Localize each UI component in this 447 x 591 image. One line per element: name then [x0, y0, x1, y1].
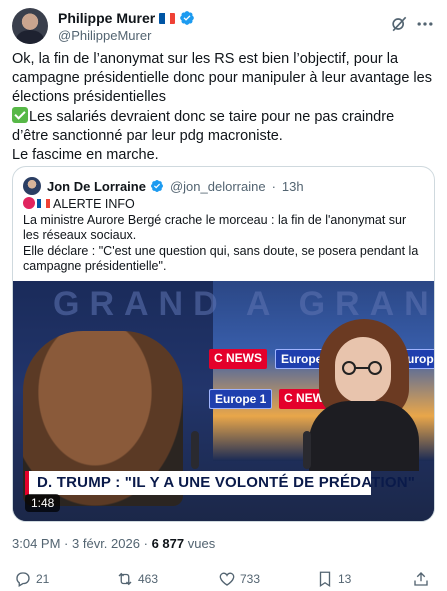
- repost-icon: [118, 572, 132, 586]
- bookmark-count: 13: [338, 572, 352, 586]
- share-icon: [414, 572, 428, 586]
- verified-badge-icon: [150, 180, 163, 192]
- red-circle-icon: [23, 197, 35, 209]
- bookmark-button[interactable]: 13: [316, 570, 351, 588]
- action-bar: 21 463 733 13: [12, 570, 435, 590]
- quoted-line: Elle déclare : "C'est une question qui, …: [23, 243, 419, 274]
- separator-dot: ·: [143, 536, 148, 551]
- separator-dot: ·: [271, 178, 276, 194]
- quoted-author-handle: @jon_delorraine: [169, 178, 266, 194]
- separator-dot: ·: [64, 536, 69, 551]
- reply-icon: [16, 572, 30, 587]
- like-button[interactable]: 733: [218, 570, 260, 588]
- reply-count: 21: [36, 572, 50, 586]
- repost-count: 463: [138, 572, 159, 586]
- post-time[interactable]: 3:04 PM: [12, 536, 60, 551]
- views-count: 6 877: [151, 536, 185, 551]
- video-player[interactable]: GRAND A GRAN C NEWS Europe 1 Europe 1 C …: [13, 281, 434, 521]
- verified-badge-icon: [180, 11, 195, 25]
- video-duration: 1:48: [25, 494, 61, 512]
- more-options-icon[interactable]: [415, 14, 435, 34]
- alert-label: ALERTE INFO: [53, 197, 135, 211]
- france-flag-icon: [37, 199, 50, 208]
- ticker-text: D. TRUMP : "IL Y A UNE VOLONTÉ DE PRÉDAT…: [37, 474, 416, 491]
- europe1-logo: Europe 1: [209, 389, 273, 409]
- news-ticker: D. TRUMP : "IL Y A UNE VOLONTÉ DE PRÉDAT…: [25, 471, 415, 495]
- views-label: vues: [187, 536, 216, 551]
- tweet-meta: 3:04 PM · 3 févr. 2026 · 6 877 vues: [12, 536, 215, 551]
- quoted-line: La ministre Aurore Bergé crache le morce…: [23, 212, 407, 243]
- quoted-timestamp: 13h: [281, 178, 304, 194]
- author-avatar[interactable]: [12, 8, 48, 44]
- france-flag-icon: [159, 12, 176, 24]
- tweet-paragraph: Les salariés devraient donc se taire pou…: [12, 107, 432, 146]
- reply-button[interactable]: 21: [14, 570, 49, 588]
- check-mark-icon: [12, 107, 28, 123]
- like-count: 733: [240, 572, 261, 586]
- tweet-header: Philippe Murer @PhilippeMurer: [12, 6, 435, 46]
- quoted-tweet-header: Jon De Lorraine @jon_delorraine · 13h: [23, 177, 304, 195]
- tweet-paragraph: Le fascime en marche.: [12, 147, 159, 163]
- tweet-paragraph-text: Les salariés devraient donc se taire pou…: [12, 109, 395, 144]
- share-button[interactable]: [412, 570, 430, 588]
- author-handle[interactable]: @PhilippeMurer: [58, 28, 151, 43]
- heart-icon: [219, 572, 235, 586]
- author-name[interactable]: Philippe Murer: [58, 10, 155, 26]
- guest-figure: [309, 319, 419, 471]
- post-date[interactable]: 3 févr. 2026: [72, 536, 140, 551]
- alert-line: ALERTE INFO: [23, 197, 423, 213]
- quoted-tweet-text: ALERTE INFO La ministre Aurore Bergé cra…: [23, 197, 423, 275]
- cnews-logo: C NEWS: [209, 349, 267, 369]
- grok-icon[interactable]: [389, 14, 409, 34]
- quoted-author-avatar: [23, 177, 41, 195]
- tweet-text: Ok, la fin de l’anonymat sur les RS est …: [12, 50, 432, 165]
- bookmark-icon: [319, 571, 331, 588]
- quoted-author-name: Jon De Lorraine: [47, 178, 146, 194]
- microphone: [303, 431, 311, 469]
- microphone: [191, 431, 199, 469]
- repost-button[interactable]: 463: [116, 570, 158, 588]
- tweet-paragraph: Ok, la fin de l’anonymat sur les RS est …: [12, 51, 432, 105]
- quoted-tweet[interactable]: Jon De Lorraine @jon_delorraine · 13h AL…: [12, 166, 435, 522]
